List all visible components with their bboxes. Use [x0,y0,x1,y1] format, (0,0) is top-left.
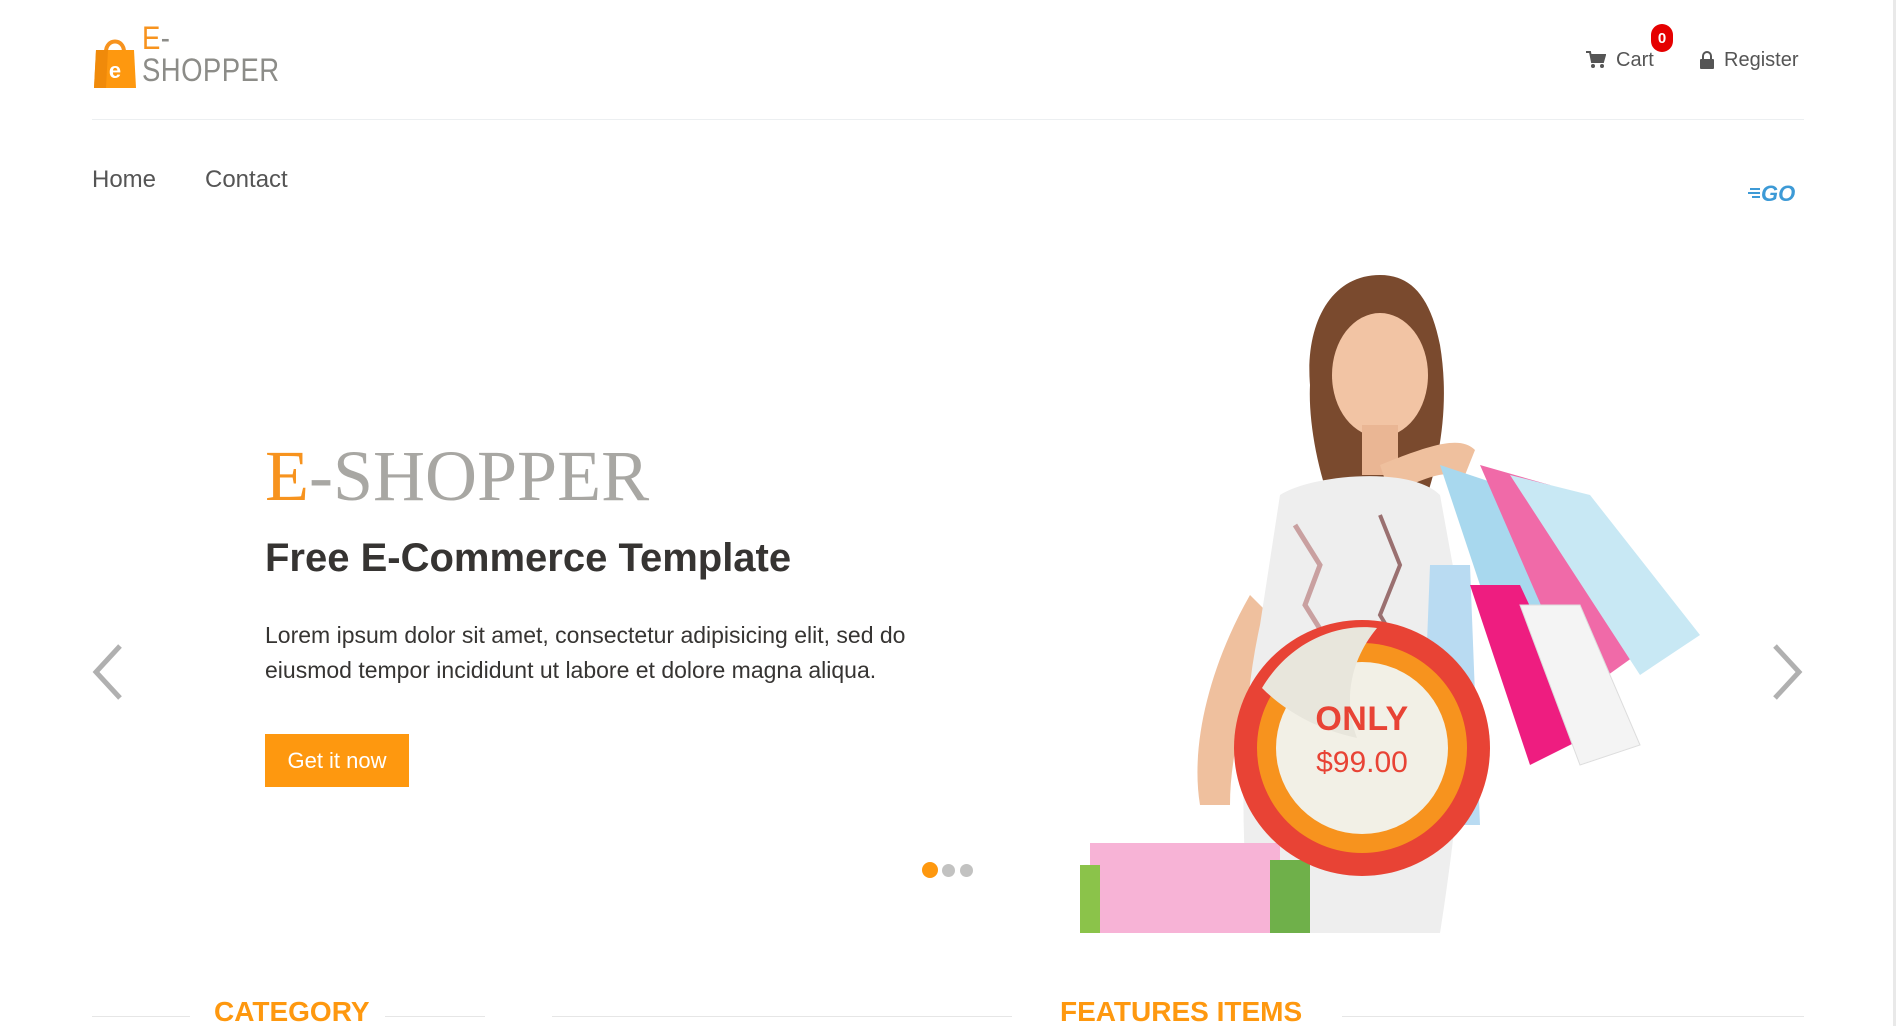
logo-text-prefix: E [142,20,161,56]
hero-description: Lorem ipsum dolor sit amet, consectetur … [265,622,906,683]
carousel-indicator-3[interactable] [960,864,973,877]
nav-item-contact[interactable]: Contact [205,166,288,194]
section-divider [552,1016,1012,1017]
logo-text-rest: -SHOPPER [142,20,280,88]
go-logo-text: GO [1761,181,1795,206]
carousel-indicator-2[interactable] [942,864,955,877]
carousel-prev-arrow-icon[interactable] [90,640,130,704]
price-tag-label: ONLY [1315,700,1409,738]
cart-count-badge: 0 [1651,24,1673,52]
hero-subtitle: Free E-Commerce Template [265,536,792,580]
cart-label: Cart [1616,48,1654,71]
shopping-bag-logo-icon: e [92,32,138,90]
category-section-title: CATEGORY [214,996,370,1027]
section-divider [92,1016,190,1017]
register-link[interactable]: Register [1700,47,1798,73]
cart-link[interactable]: Cart [1586,47,1654,73]
site-logo[interactable]: e E-SHOPPER [92,22,312,90]
hero-title: E-SHOPPER [265,440,649,512]
get-it-now-button[interactable]: Get it now [265,734,409,787]
hero-title-prefix: E [265,436,309,516]
logo-bag-letter: e [109,58,121,83]
price-tag-value: $99.00 [1316,746,1408,779]
logo-text: E-SHOPPER [142,22,288,90]
section-divider [1342,1016,1804,1017]
go-language-logo-icon: GO [1748,180,1804,206]
features-items-section-title: FEATURES ITEMS [1060,996,1303,1027]
hero-title-rest: -SHOPPER [308,436,650,516]
lock-icon [1700,51,1714,69]
register-label: Register [1724,48,1799,71]
shopping-cart-icon [1586,51,1606,68]
section-divider [385,1016,485,1017]
carousel-indicator-1[interactable] [922,862,938,878]
header-divider [92,119,1804,120]
nav-item-home[interactable]: Home [92,166,156,194]
